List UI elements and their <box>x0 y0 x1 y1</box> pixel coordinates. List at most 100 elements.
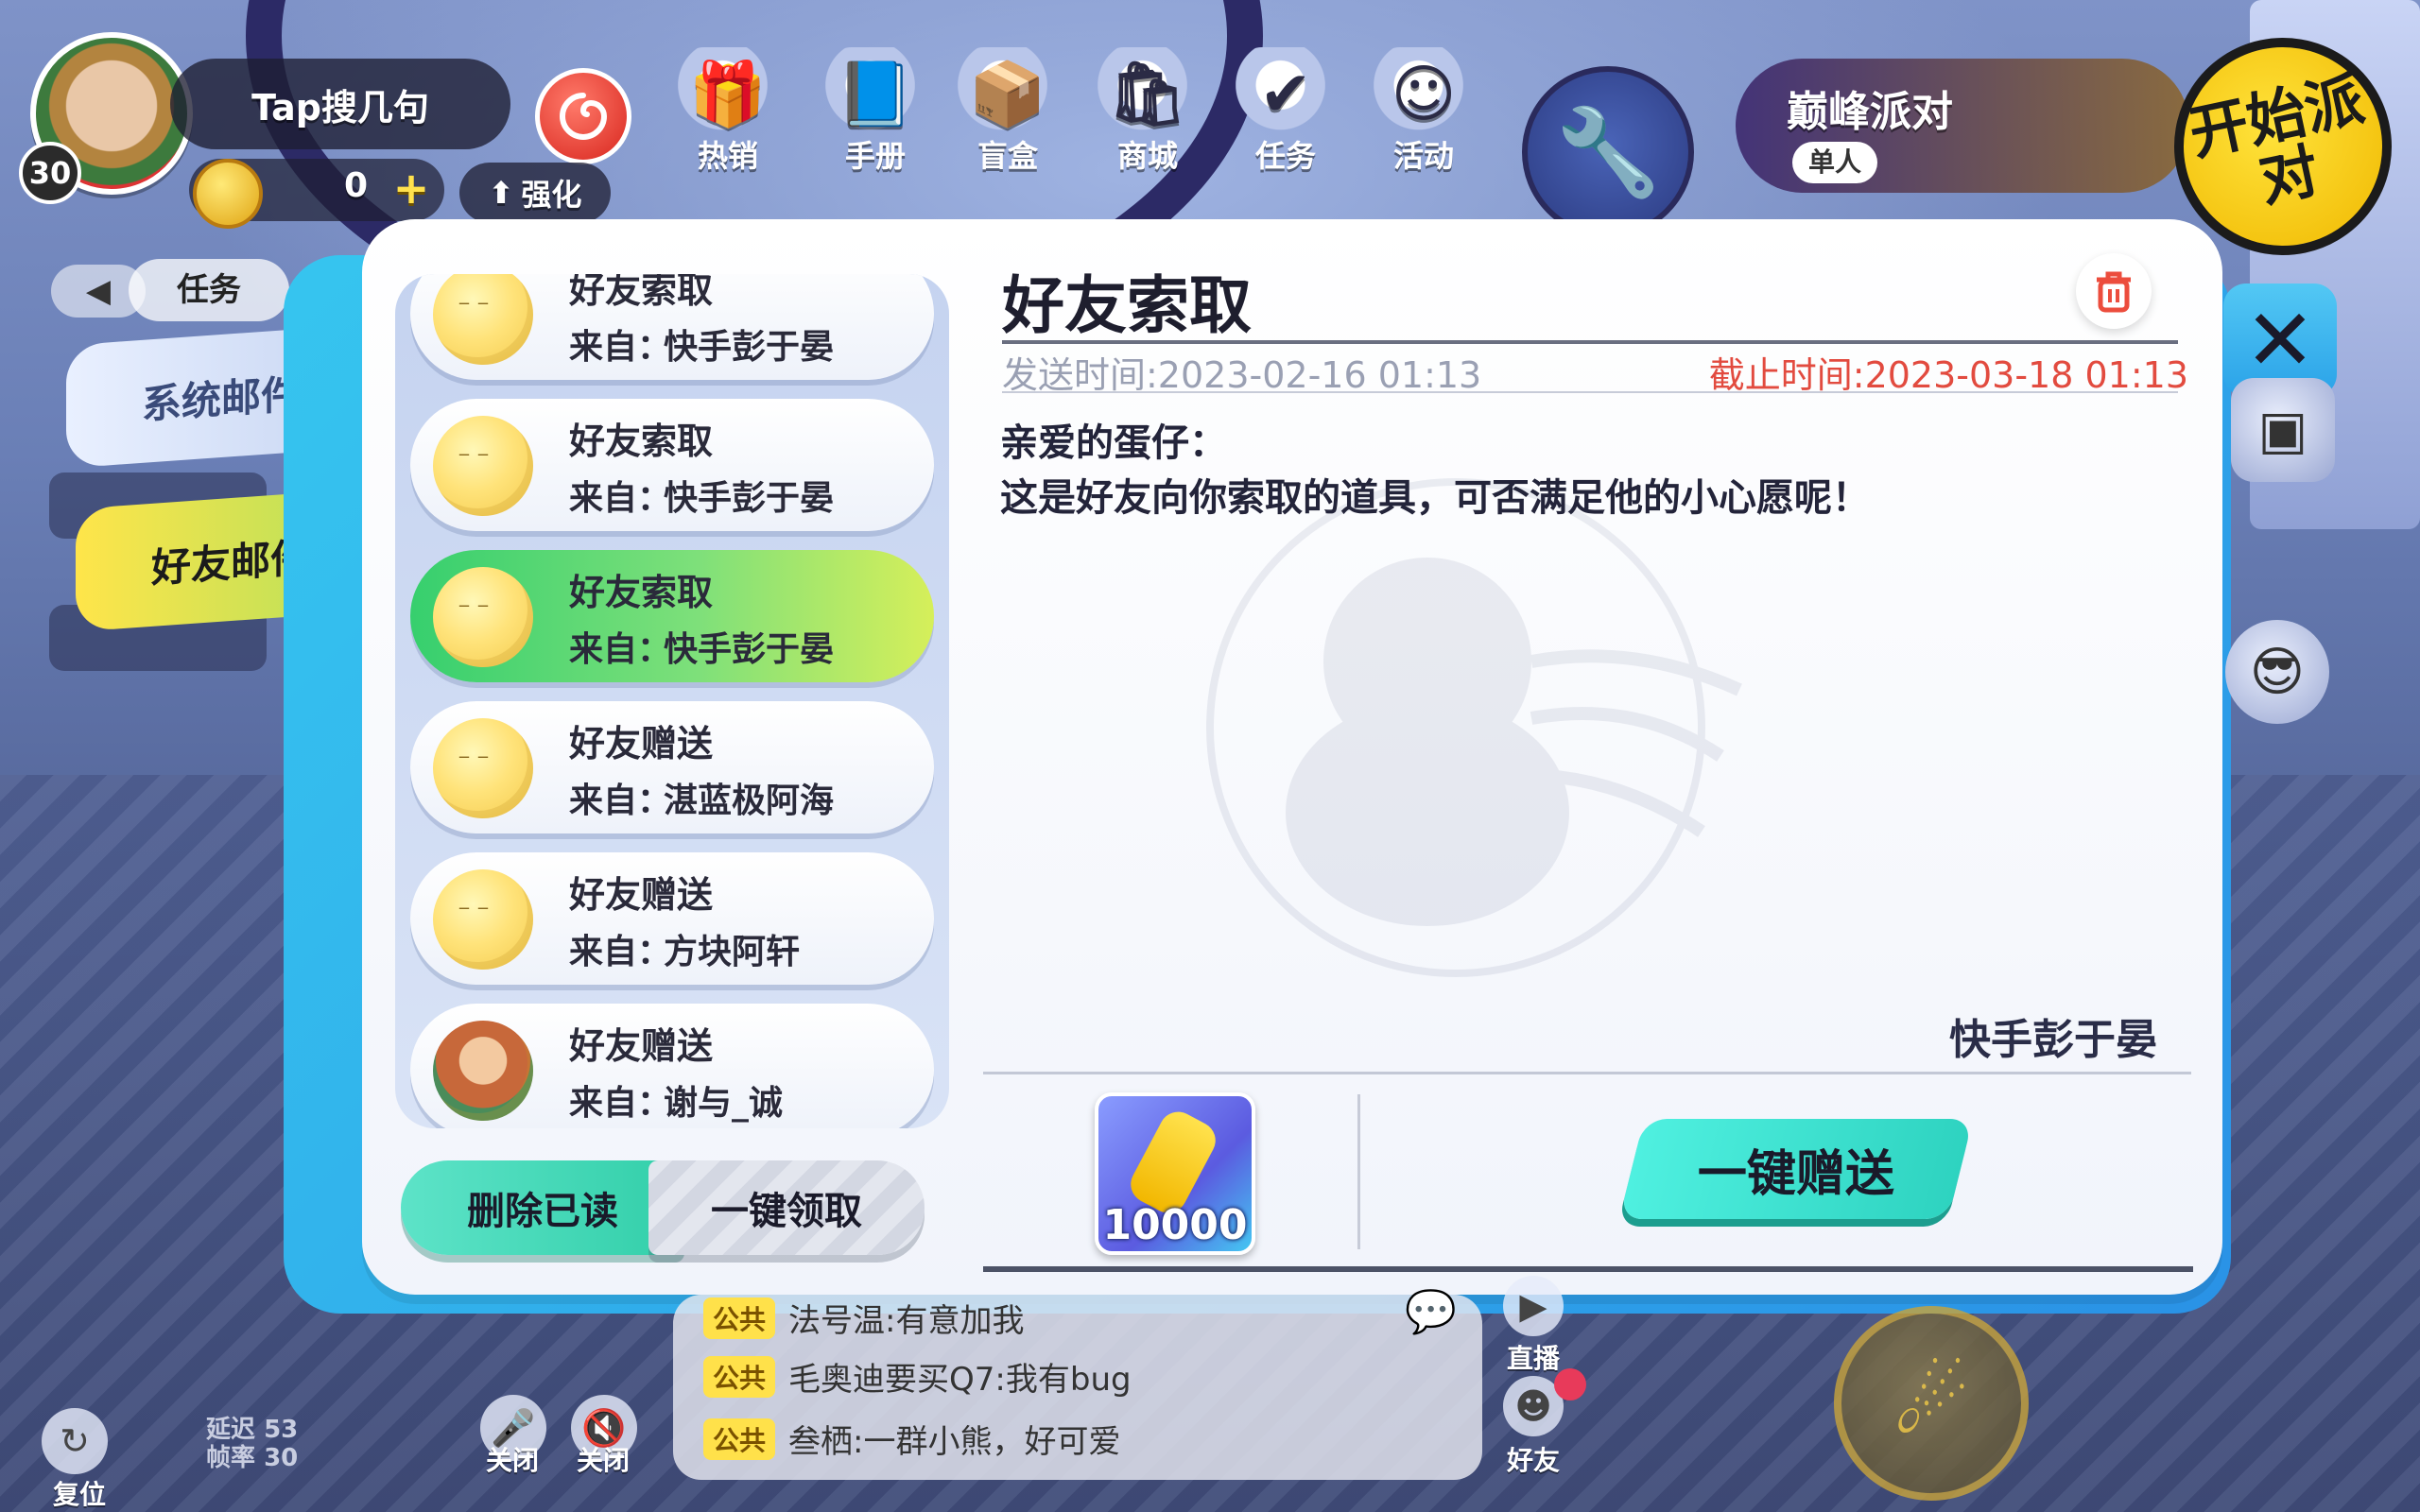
trash-icon[interactable] <box>2076 253 2152 329</box>
menu-shop[interactable]: 🛍 商城 <box>1091 47 1204 189</box>
handbook-icon: 📘 <box>823 47 927 142</box>
menu-tasks[interactable]: ✔ 任务 <box>1229 47 1342 189</box>
chat-channel-tag: 公共 <box>703 1355 776 1398</box>
mail-item-sender: 谢与_诚 <box>664 1084 784 1123</box>
live-label: 直播 <box>1507 1343 1561 1374</box>
mail-item-from-prefix: 来自： <box>569 630 672 669</box>
avatar-eyes: ‾‾ <box>459 904 497 927</box>
menu-label: 活动 <box>1392 138 1454 174</box>
avatar-eyes: ‾‾ <box>459 753 497 776</box>
mail-item-sender: 方块阿轩 <box>664 933 801 971</box>
mail-item-from-prefix: 来自： <box>569 933 672 971</box>
live-play-icon[interactable]: ▶ <box>1503 1276 1564 1336</box>
mail-item-sender: 快手彭于晏 <box>664 479 835 518</box>
menu-label: 热销 <box>697 138 758 174</box>
menu-label: 手册 <box>844 138 906 174</box>
mail-list-item[interactable]: ‾‾ 好友索取来自： 快手彭于晏 <box>410 274 934 380</box>
item-quantity: 10000 <box>1102 1201 1248 1249</box>
coin-icon <box>193 159 263 229</box>
reset-icon[interactable]: ↻ <box>42 1408 108 1474</box>
menu-blindbox[interactable]: 📦 盲盒 <box>951 47 1064 189</box>
sunglasses-face-icon[interactable]: 😎 <box>2225 620 2329 724</box>
mail-list-item[interactable]: ‾‾ 好友赠送来自： 方块阿轩 <box>410 852 934 985</box>
friends-label: 好友 <box>1507 1445 1561 1476</box>
latency-label: 延迟 <box>206 1416 256 1444</box>
gift-all-button[interactable]: 一键赠送 <box>1618 1119 1974 1219</box>
mail-list-item[interactable]: ‾‾ 好友索取来自： 快手彭于晏 <box>410 399 934 531</box>
chat-channel-tag: 公共 <box>703 1418 776 1460</box>
boost-button[interactable]: ⬆ 强化 <box>459 163 611 223</box>
mail-detail-title: 好友索取 <box>1002 269 1252 342</box>
footer-divider-vertical <box>1357 1094 1360 1249</box>
avatar-eyes: ‾‾ <box>459 300 497 322</box>
eggy-avatar-icon: ‾‾ <box>433 416 533 516</box>
delete-read-button[interactable]: 删除已读 <box>401 1160 684 1255</box>
mail-item-from-prefix: 来自： <box>569 479 672 518</box>
reset-label: 复位 <box>53 1479 107 1510</box>
menu-label: 任务 <box>1254 138 1316 174</box>
mail-list-item[interactable]: 好友赠送 来自： 谢与_诚 <box>410 1004 934 1128</box>
mail-item-from-prefix: 来自： <box>569 782 672 820</box>
mail-list-item[interactable]: ‾‾ 好友赠送 来自： 湛蓝极阿海 <box>410 701 934 833</box>
mail-signature: 快手彭于晏 <box>1949 1016 2157 1064</box>
chat-channel-tag: 公共 <box>703 1297 776 1339</box>
gift-all-label: 一键赠送 <box>1697 1145 1894 1203</box>
sender-avatar <box>433 1021 533 1121</box>
mail-item-sender: 快手彭于晏 <box>664 630 835 669</box>
requested-item-card[interactable]: 10000 <box>1095 1092 1255 1255</box>
mail-item-title: 好友赠送 <box>569 1025 714 1067</box>
boost-label: 强化 <box>521 177 582 213</box>
task-check-icon: ✔ <box>1234 47 1338 142</box>
mail-list-scroll[interactable]: ‾‾ 好友索取 来自： 快手彭于晏 ‾‾ 好友索取 来自： 快手彭于晏 ‾‾ 好友索取 来自： 快手彭… <box>395 274 949 1128</box>
notification-dot <box>1554 1368 1586 1400</box>
menu-hot-sale[interactable]: 🎁 热销 <box>671 47 785 189</box>
add-coin-plus-icon[interactable]: + <box>389 166 433 210</box>
mail-item-title: 好友赠送 <box>569 874 714 916</box>
chat-message: 公共 毛奥迪要买Q7:我有bug <box>703 1353 1132 1400</box>
chat-text: 叁栖:一群小熊，好可爱 <box>788 1423 1121 1461</box>
fps-label: 帧率 <box>206 1444 256 1472</box>
network-stats: 延迟 53 帧率 30 <box>206 1416 298 1472</box>
chat-message: 公共 法号温:有意加我 <box>703 1295 1024 1341</box>
chat-text: 毛奥迪要买Q7:我有bug <box>788 1361 1132 1399</box>
avatar-eyes: ‾‾ <box>459 451 497 473</box>
latency-value: 53 <box>264 1416 299 1444</box>
mail-item-title: 好友索取 <box>569 572 714 613</box>
boost-arrow-icon: ⬆ <box>488 175 514 211</box>
eggy-avatar-icon: ‾‾ <box>433 567 533 667</box>
mail-list-item[interactable]: ‾‾ 好友索取来自： 快手彭于晏 <box>410 550 934 682</box>
time-divider <box>1002 391 2178 393</box>
send-time: 发送时间:2023-02-16 01:13 <box>1002 354 1482 396</box>
mail-item-sender: 快手彭于晏 <box>664 328 835 367</box>
chat-message: 公共 叁栖:一群小熊，好可爱 <box>703 1416 1120 1462</box>
eggy-avatar-icon: ‾‾ <box>433 274 533 365</box>
mail-item-title: 好友索取 <box>569 274 714 311</box>
player-level-badge: 30 <box>19 142 81 204</box>
title-divider <box>1002 340 2178 344</box>
eggy-watermark-icon <box>1206 478 1742 977</box>
social-swirl-icon[interactable] <box>535 68 631 164</box>
menu-label: 商城 <box>1116 138 1178 174</box>
emote-action-icon[interactable]: ☄ <box>1834 1306 2029 1501</box>
mail-list[interactable]: ‾‾ 好友索取 来自： 快手彭于晏 ‾‾ 好友索取 来自： 快手彭于晏 ‾‾ 好友索取 来自： 快手彭… <box>395 274 949 1128</box>
mail-greeting: 亲爱的蛋仔： <box>1000 421 1227 465</box>
mic-label: 关闭 <box>486 1445 540 1476</box>
fps-value: 30 <box>264 1444 299 1472</box>
mail-item-from-prefix: 来自： <box>569 328 672 367</box>
wrench-icon[interactable]: 🔧 <box>1522 66 1694 238</box>
player-name[interactable]: Tap搜几句 <box>170 59 510 149</box>
claim-all-button[interactable]: 一键领取 <box>648 1160 925 1255</box>
mail-item-title: 好友索取 <box>569 421 714 462</box>
menu-handbook[interactable]: 📘 手册 <box>819 47 932 189</box>
mail-item-sender: 湛蓝极阿海 <box>664 782 835 820</box>
task-tab[interactable]: 任务 <box>129 259 289 321</box>
speaker-label: 关闭 <box>577 1445 631 1476</box>
menu-events[interactable]: ☺ 活动 <box>1367 47 1480 189</box>
shop-bag-icon: 🛍 <box>1096 47 1200 142</box>
footer-divider <box>983 1266 2193 1272</box>
chat-bubble-icon[interactable]: 💬 <box>1405 1287 1457 1336</box>
mail-body: 这是好友向你索取的道具，可否满足他的小心愿呢！ <box>1000 476 1870 520</box>
menu-label: 盲盒 <box>977 138 1038 174</box>
gift-icon: 🎁 <box>676 47 780 142</box>
cube-icon[interactable]: ▣ <box>2231 378 2335 482</box>
